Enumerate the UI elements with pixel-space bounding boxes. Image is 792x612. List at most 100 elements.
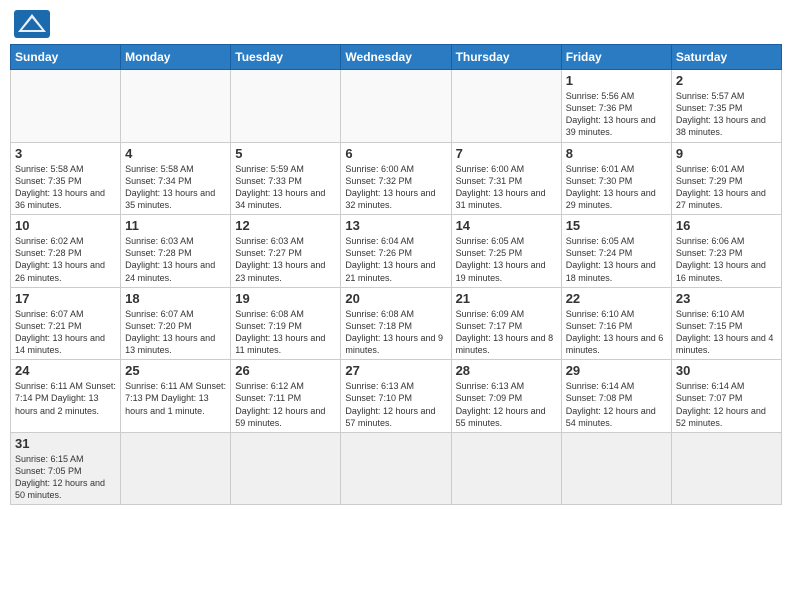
day-number: 18 — [125, 291, 226, 306]
calendar-cell: 7 Sunrise: 6:00 AM Sunset: 7:31 PM Daylig… — [451, 142, 561, 215]
day-info: Sunrise: 6:03 AM Sunset: 7:27 PM Dayligh… — [235, 235, 336, 284]
day-number: 23 — [676, 291, 777, 306]
day-number: 17 — [15, 291, 116, 306]
day-info: Sunrise: 6:02 AM Sunset: 7:28 PM Dayligh… — [15, 235, 116, 284]
calendar-cell: 13 Sunrise: 6:04 AM Sunset: 7:26 PM Dayli… — [341, 215, 451, 288]
day-info: Sunrise: 6:12 AM Sunset: 7:11 PM Dayligh… — [235, 380, 336, 429]
calendar-cell — [451, 70, 561, 143]
day-number: 16 — [676, 218, 777, 233]
day-info: Sunrise: 6:03 AM Sunset: 7:28 PM Dayligh… — [125, 235, 226, 284]
calendar-cell — [121, 432, 231, 505]
day-info: Sunrise: 5:59 AM Sunset: 7:33 PM Dayligh… — [235, 163, 336, 212]
calendar-cell: 23 Sunrise: 6:10 AM Sunset: 7:15 PM Dayli… — [671, 287, 781, 360]
logo-icon — [14, 10, 50, 38]
day-info: Sunrise: 5:57 AM Sunset: 7:35 PM Dayligh… — [676, 90, 777, 139]
calendar-cell — [231, 432, 341, 505]
day-info: Sunrise: 6:10 AM Sunset: 7:16 PM Dayligh… — [566, 308, 667, 357]
calendar-cell: 14 Sunrise: 6:05 AM Sunset: 7:25 PM Dayli… — [451, 215, 561, 288]
header — [10, 10, 782, 38]
calendar-cell: 17 Sunrise: 6:07 AM Sunset: 7:21 PM Dayli… — [11, 287, 121, 360]
calendar-week-3: 10Sunrise: 6:02 AM Sunset: 7:28 PM Dayli… — [11, 215, 782, 288]
calendar-cell: 16 Sunrise: 6:06 AM Sunset: 7:23 PM Dayli… — [671, 215, 781, 288]
calendar-week-4: 17 Sunrise: 6:07 AM Sunset: 7:21 PM Dayli… — [11, 287, 782, 360]
calendar-cell: 12 Sunrise: 6:03 AM Sunset: 7:27 PM Dayli… — [231, 215, 341, 288]
calendar-cell: 18 Sunrise: 6:07 AM Sunset: 7:20 PM Dayli… — [121, 287, 231, 360]
day-info: Sunrise: 6:00 AM Sunset: 7:32 PM Dayligh… — [345, 163, 446, 212]
calendar-cell — [561, 432, 671, 505]
day-number: 2 — [676, 73, 777, 88]
calendar-cell: 2 Sunrise: 5:57 AM Sunset: 7:35 PM Daylig… — [671, 70, 781, 143]
day-info: Sunrise: 6:00 AM Sunset: 7:31 PM Dayligh… — [456, 163, 557, 212]
day-info: Sunrise: 6:07 AM Sunset: 7:21 PM Dayligh… — [15, 308, 116, 357]
day-number: 26 — [235, 363, 336, 378]
calendar-cell: 5 Sunrise: 5:59 AM Sunset: 7:33 PM Daylig… — [231, 142, 341, 215]
day-info: Sunrise: 6:07 AM Sunset: 7:20 PM Dayligh… — [125, 308, 226, 357]
day-number: 13 — [345, 218, 446, 233]
calendar-cell: 28 Sunrise: 6:13 AM Sunset: 7:09 PM Dayli… — [451, 360, 561, 433]
weekday-header-friday: Friday — [561, 45, 671, 70]
calendar-week-2: 3 Sunrise: 5:58 AM Sunset: 7:35 PM Daylig… — [11, 142, 782, 215]
day-number: 4 — [125, 146, 226, 161]
day-number: 8 — [566, 146, 667, 161]
day-number: 27 — [345, 363, 446, 378]
calendar-cell: 27 Sunrise: 6:13 AM Sunset: 7:10 PM Dayli… — [341, 360, 451, 433]
day-number: 9 — [676, 146, 777, 161]
day-info: Sunrise: 5:58 AM Sunset: 7:35 PM Dayligh… — [15, 163, 116, 212]
calendar-week-6: 31 Sunrise: 6:15 AM Sunset: 7:05 PM Dayli… — [11, 432, 782, 505]
weekday-header-wednesday: Wednesday — [341, 45, 451, 70]
day-number: 7 — [456, 146, 557, 161]
day-number: 12 — [235, 218, 336, 233]
day-info: Sunrise: 6:13 AM Sunset: 7:09 PM Dayligh… — [456, 380, 557, 429]
calendar-cell: 8 Sunrise: 6:01 AM Sunset: 7:30 PM Daylig… — [561, 142, 671, 215]
day-number: 5 — [235, 146, 336, 161]
day-info: Sunrise: 6:10 AM Sunset: 7:15 PM Dayligh… — [676, 308, 777, 357]
day-number: 19 — [235, 291, 336, 306]
day-number: 30 — [676, 363, 777, 378]
calendar-cell: 24Sunrise: 6:11 AM Sunset: 7:14 PM Dayli… — [11, 360, 121, 433]
calendar-cell: 30 Sunrise: 6:14 AM Sunset: 7:07 PM Dayli… — [671, 360, 781, 433]
day-number: 28 — [456, 363, 557, 378]
day-number: 24 — [15, 363, 116, 378]
calendar-cell — [341, 70, 451, 143]
day-info: Sunrise: 6:06 AM Sunset: 7:23 PM Dayligh… — [676, 235, 777, 284]
logo — [14, 10, 54, 38]
day-number: 11 — [125, 218, 226, 233]
calendar-week-5: 24Sunrise: 6:11 AM Sunset: 7:14 PM Dayli… — [11, 360, 782, 433]
day-number: 29 — [566, 363, 667, 378]
day-number: 14 — [456, 218, 557, 233]
day-info: Sunrise: 6:15 AM Sunset: 7:05 PM Dayligh… — [15, 453, 116, 502]
weekday-header-sunday: Sunday — [11, 45, 121, 70]
day-info: Sunrise: 6:05 AM Sunset: 7:25 PM Dayligh… — [456, 235, 557, 284]
weekday-header-tuesday: Tuesday — [231, 45, 341, 70]
calendar-cell — [121, 70, 231, 143]
day-info: Sunrise: 5:56 AM Sunset: 7:36 PM Dayligh… — [566, 90, 667, 139]
calendar-cell: 22Sunrise: 6:10 AM Sunset: 7:16 PM Dayli… — [561, 287, 671, 360]
day-info: Sunrise: 6:01 AM Sunset: 7:30 PM Dayligh… — [566, 163, 667, 212]
calendar-cell: 29 Sunrise: 6:14 AM Sunset: 7:08 PM Dayli… — [561, 360, 671, 433]
calendar-week-1: 1Sunrise: 5:56 AM Sunset: 7:36 PM Daylig… — [11, 70, 782, 143]
day-number: 3 — [15, 146, 116, 161]
day-info: Sunrise: 6:08 AM Sunset: 7:19 PM Dayligh… — [235, 308, 336, 357]
day-number: 15 — [566, 218, 667, 233]
calendar: SundayMondayTuesdayWednesdayThursdayFrid… — [10, 44, 782, 505]
calendar-cell — [11, 70, 121, 143]
day-number: 31 — [15, 436, 116, 451]
weekday-header-row: SundayMondayTuesdayWednesdayThursdayFrid… — [11, 45, 782, 70]
day-number: 20 — [345, 291, 446, 306]
weekday-header-monday: Monday — [121, 45, 231, 70]
day-info: Sunrise: 6:04 AM Sunset: 7:26 PM Dayligh… — [345, 235, 446, 284]
day-info: Sunrise: 6:13 AM Sunset: 7:10 PM Dayligh… — [345, 380, 446, 429]
calendar-cell: 1Sunrise: 5:56 AM Sunset: 7:36 PM Daylig… — [561, 70, 671, 143]
calendar-cell — [451, 432, 561, 505]
day-info: Sunrise: 6:08 AM Sunset: 7:18 PM Dayligh… — [345, 308, 446, 357]
calendar-cell — [671, 432, 781, 505]
calendar-cell: 20 Sunrise: 6:08 AM Sunset: 7:18 PM Dayli… — [341, 287, 451, 360]
weekday-header-saturday: Saturday — [671, 45, 781, 70]
day-info: Sunrise: 6:14 AM Sunset: 7:07 PM Dayligh… — [676, 380, 777, 429]
calendar-cell: 31 Sunrise: 6:15 AM Sunset: 7:05 PM Dayli… — [11, 432, 121, 505]
calendar-cell: 9Sunrise: 6:01 AM Sunset: 7:29 PM Daylig… — [671, 142, 781, 215]
calendar-cell: 4Sunrise: 5:58 AM Sunset: 7:34 PM Daylig… — [121, 142, 231, 215]
day-info: Sunrise: 6:14 AM Sunset: 7:08 PM Dayligh… — [566, 380, 667, 429]
day-number: 6 — [345, 146, 446, 161]
day-info: Sunrise: 6:09 AM Sunset: 7:17 PM Dayligh… — [456, 308, 557, 357]
